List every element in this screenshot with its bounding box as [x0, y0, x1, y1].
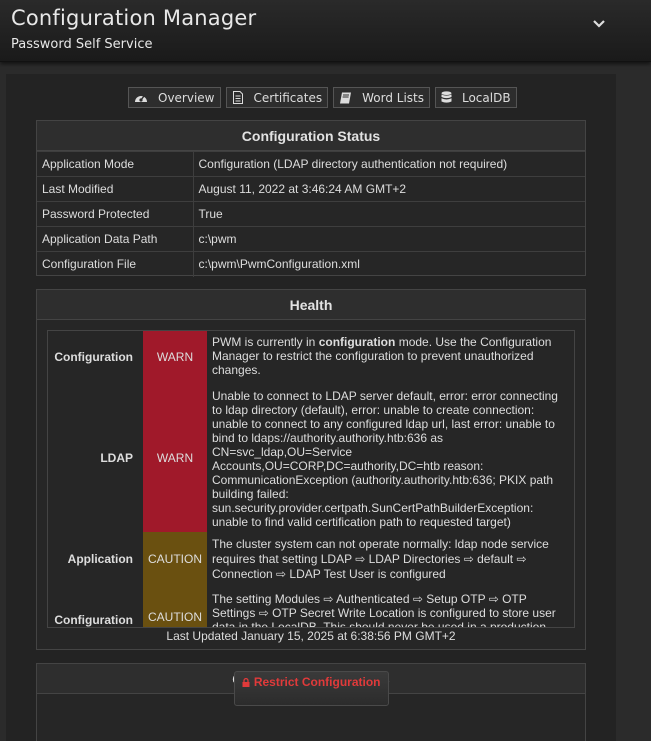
- message-emphasis: configuration: [318, 335, 396, 349]
- status-key: Application Mode: [37, 151, 194, 177]
- health-row: Configuration CAUTION The setting Module…: [48, 587, 574, 628]
- table-row: Configuration File c:\pwm\PwmConfiguratio…: [37, 251, 585, 277]
- health-topic: Configuration: [54, 350, 133, 364]
- table-row: Application Data Path c:\pwm: [37, 226, 585, 252]
- health-level-badge: CAUTION: [143, 532, 207, 587]
- book-icon: [340, 92, 352, 103]
- status-value: c:\pwm\PwmConfiguration.xml: [193, 251, 585, 277]
- health-message: The cluster system can not operate norma…: [212, 537, 549, 581]
- app-subtitle: Password Self Service: [11, 37, 153, 52]
- dashboard-icon: [135, 95, 147, 102]
- restrict-button-label: Restrict Configuration: [253, 675, 381, 689]
- health-message: Unable to connect to LDAP server default…: [212, 389, 558, 529]
- status-key: Last Modified: [37, 176, 194, 202]
- configuration-status-panel: Configuration Status Application Mode Con…: [36, 120, 586, 277]
- table-row: Last Modified August 11, 2022 at 3:46:24 …: [37, 176, 585, 202]
- health-topic: Application: [67, 552, 133, 566]
- health-level-badge: CAUTION: [143, 587, 207, 627]
- status-table: Application Mode Configuration (LDAP dire…: [37, 151, 585, 277]
- health-level: CAUTION: [148, 610, 202, 624]
- health-message: The setting Modules ⇨ Authenticated ⇨ Se…: [212, 592, 556, 628]
- table-row: Application Mode Configuration (LDAP dire…: [37, 151, 585, 177]
- last-updated-text: Last Updated January 15, 2025 at 6:38:56…: [166, 629, 456, 643]
- tab-label: Word Lists: [362, 90, 424, 105]
- health-message: PWM is currently in configuration mode. …: [212, 335, 567, 377]
- status-value: August 11, 2022 at 3:46:24 AM GMT+2: [193, 176, 585, 202]
- chevron-down-icon: [593, 20, 605, 28]
- health-topic: Configuration: [54, 613, 133, 627]
- document-icon: [232, 91, 243, 104]
- database-icon: [441, 91, 452, 103]
- tab-label: Overview: [158, 90, 215, 105]
- tab-overview[interactable]: Overview: [128, 87, 221, 108]
- health-list: Configuration WARN PWM is currently in c…: [47, 330, 575, 628]
- panel-title: Health: [37, 290, 585, 320]
- status-value: Configuration (LDAP directory authentica…: [193, 151, 585, 177]
- tab-word-lists[interactable]: Word Lists: [333, 87, 430, 108]
- configuration-activities-panel: Configuration Activities Restrict Config…: [36, 663, 586, 741]
- status-key: Configuration File: [37, 251, 194, 277]
- health-row: Application CAUTION The cluster system c…: [48, 532, 574, 587]
- panel-title: Configuration Status: [37, 121, 585, 151]
- status-key: Password Protected: [37, 201, 194, 227]
- restrict-configuration-button[interactable]: Restrict Configuration: [234, 671, 389, 706]
- health-row: Configuration WARN PWM is currently in c…: [48, 331, 574, 384]
- tab-bar: Overview Certificates Word Lists LocalDB: [128, 87, 517, 108]
- message-text: PWM is currently in: [212, 335, 319, 349]
- tab-localdb[interactable]: LocalDB: [434, 87, 517, 108]
- menu-toggle-button[interactable]: [587, 14, 611, 34]
- health-topic: LDAP: [100, 451, 133, 465]
- health-level: CAUTION: [148, 552, 202, 566]
- health-level-badge: WARN: [143, 331, 207, 384]
- status-key: Application Data Path: [37, 226, 194, 252]
- status-value: True: [193, 201, 585, 227]
- app-title: Configuration Manager: [11, 6, 257, 30]
- lock-icon: [242, 677, 250, 687]
- app-header: Configuration Manager Password Self Serv…: [0, 0, 651, 62]
- health-level-badge: WARN: [143, 384, 207, 532]
- health-level: WARN: [156, 350, 194, 364]
- health-row: LDAP WARN Unable to connect to LDAP serv…: [48, 384, 574, 532]
- status-value: c:\pwm: [193, 226, 585, 252]
- health-level: WARN: [156, 451, 194, 465]
- table-row: Password Protected True: [37, 201, 585, 227]
- health-panel: Health Configuration WARN PWM is current…: [36, 289, 586, 650]
- tab-certificates[interactable]: Certificates: [225, 87, 329, 108]
- main-content: Overview Certificates Word Lists LocalDB…: [6, 74, 616, 741]
- tab-label: Certificates: [253, 90, 323, 105]
- tab-label: LocalDB: [461, 90, 511, 105]
